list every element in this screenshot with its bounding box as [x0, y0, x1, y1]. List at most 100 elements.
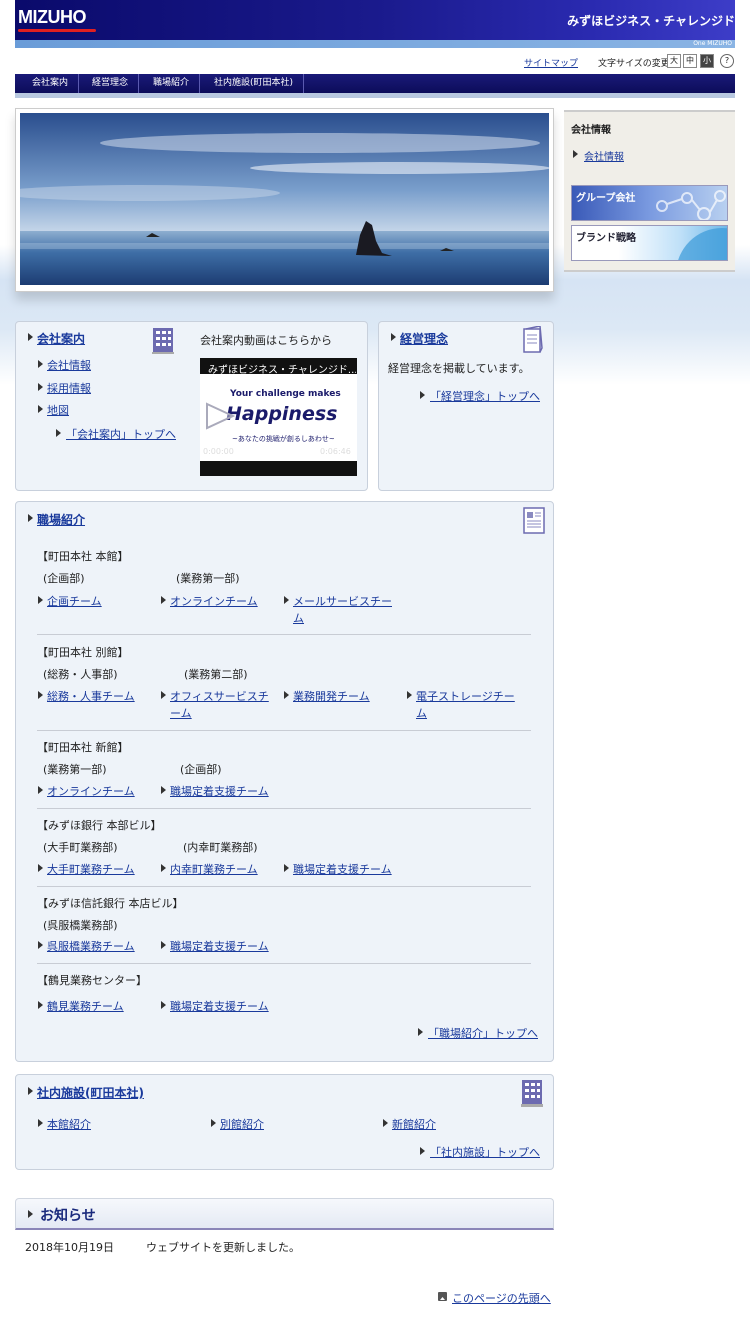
arrow-right-icon [161, 691, 166, 699]
workplace-top-link[interactable]: 「職場紹介」トップへ [428, 1025, 538, 1041]
facility-top-link[interactable]: 「社内施設」トップへ [430, 1144, 540, 1160]
header-subbar [15, 40, 735, 48]
logo-swoosh [18, 29, 96, 32]
team-link[interactable]: 呉服橋業務チーム [47, 938, 135, 954]
team-link[interactable]: 鶴見業務チーム [47, 998, 124, 1014]
group-heading: 【町田本社 新館】 [37, 741, 129, 754]
nav-item-workplace[interactable]: 職場紹介 [143, 74, 201, 93]
play-icon[interactable] [205, 402, 236, 433]
company-top-link[interactable]: 「会社案内」トップへ [66, 426, 176, 442]
video-time-current: 0:00:00 [203, 447, 234, 456]
team-link[interactable]: 大手町業務チーム [47, 861, 135, 877]
team-link[interactable]: 電子ストレージチーム [416, 688, 522, 722]
philosophy-top-link[interactable]: 「経営理念」トップへ [430, 388, 540, 404]
arrow-right-icon [38, 864, 43, 872]
news-title: お知らせ [40, 1208, 96, 1224]
brand-strategy-banner[interactable]: ブランド戦略 [571, 225, 728, 261]
video-time-total: 0:06:46 [320, 447, 351, 456]
arrow-right-icon [28, 333, 33, 341]
dept-label: (業務第一部) [176, 572, 240, 585]
arrow-right-icon [38, 405, 43, 413]
font-size-label: 文字サイズの変更 [598, 59, 670, 69]
arrow-right-icon [418, 1028, 423, 1036]
document-icon [523, 507, 545, 538]
group-divider [37, 730, 531, 731]
team-link[interactable]: メールサービスチーム [293, 593, 401, 627]
dept-label: (企画部) [180, 763, 222, 776]
sitemap-link[interactable]: サイトマップ [524, 56, 578, 69]
arrow-right-icon [420, 1147, 425, 1155]
dept-label: (業務第一部) [43, 763, 107, 776]
nav-item-company[interactable]: 会社案内 [22, 74, 80, 93]
arrow-right-icon [38, 941, 43, 949]
team-link[interactable]: 企画チーム [47, 593, 102, 609]
recruit-info-link[interactable]: 採用情報 [47, 380, 91, 396]
arrow-right-icon [28, 514, 33, 522]
annex-link[interactable]: 別館紹介 [220, 1116, 264, 1132]
team-link[interactable]: 職場定着支援チーム [170, 938, 269, 954]
global-nav: 会社案内 経営理念 職場紹介 社内施設(町田本社) [15, 74, 735, 93]
group-heading: 【みずほ銀行 本部ビル】 [37, 819, 162, 832]
nav-item-philosophy[interactable]: 経営理念 [82, 74, 140, 93]
arrow-right-icon [573, 150, 578, 158]
group-heading: 【町田本社 別館】 [37, 646, 129, 659]
arrow-right-icon [391, 333, 396, 341]
group-heading: 【みずほ信託銀行 本店ビル】 [37, 897, 184, 910]
font-size-small-button[interactable]: 小 [700, 54, 714, 68]
news-text: ウェブサイトを更新しました。 [146, 1241, 300, 1254]
arrow-right-icon [161, 941, 166, 949]
team-link[interactable]: オンラインチーム [47, 783, 135, 799]
nav-item-facility[interactable]: 社内施設(町田本社) [204, 74, 305, 93]
video-slogan: Your challenge makes [230, 389, 341, 399]
workplace-title-link[interactable]: 職場紹介 [37, 511, 85, 528]
page-top-icon [438, 1292, 447, 1301]
arrow-right-icon [211, 1119, 216, 1127]
team-link[interactable]: 職場定着支援チーム [170, 783, 269, 799]
arrow-right-icon [161, 786, 166, 794]
arrow-right-icon [38, 786, 43, 794]
dept-label: (企画部) [43, 572, 85, 585]
book-icon [523, 325, 543, 357]
team-link[interactable]: オンラインチーム [170, 593, 258, 609]
arrow-right-icon [38, 1001, 43, 1009]
arrow-right-icon [38, 691, 43, 699]
mizuho-logo[interactable]: MIZUHO [18, 7, 87, 28]
company-title-link[interactable]: 会社案内 [37, 330, 85, 347]
building-icon [521, 1080, 543, 1111]
map-link[interactable]: 地図 [47, 402, 69, 418]
arrow-right-icon [284, 596, 289, 604]
team-link[interactable]: 業務開発チーム [293, 688, 370, 704]
new-building-link[interactable]: 新館紹介 [392, 1116, 436, 1132]
page-top-link[interactable]: このページの先頭へ [452, 1290, 551, 1306]
team-link[interactable]: 職場定着支援チーム [293, 861, 392, 877]
facility-title-link[interactable]: 社内施設(町田本社) [37, 1084, 144, 1101]
main-building-link[interactable]: 本館紹介 [47, 1116, 91, 1132]
team-link[interactable]: 内幸町業務チーム [170, 861, 258, 877]
font-size-large-button[interactable]: 大 [667, 54, 681, 68]
arrow-right-icon [161, 864, 166, 872]
video-caption: 会社案内動画はこちらから [200, 334, 332, 347]
arrow-right-icon [383, 1119, 388, 1127]
font-size-medium-button[interactable]: 中 [683, 54, 697, 68]
philosophy-description: 経営理念を掲載しています。 [388, 362, 530, 375]
arrow-right-icon [161, 1001, 166, 1009]
group-heading: 【町田本社 本館】 [37, 550, 129, 563]
help-icon[interactable]: ? [720, 54, 734, 68]
arrow-right-icon [56, 429, 61, 437]
one-mizuho-logo: One MIZUHO [693, 40, 732, 47]
philosophy-title-link[interactable]: 経営理念 [400, 330, 448, 347]
dept-label: (総務・人事部) [43, 668, 118, 681]
side-company-info-link[interactable]: 会社情報 [584, 148, 624, 163]
group-divider [37, 886, 531, 887]
company-info-link[interactable]: 会社情報 [47, 357, 91, 373]
group-company-banner[interactable]: グループ会社 [571, 185, 728, 221]
brand-name: みずほビジネス・チャレンジド [567, 14, 735, 28]
brand-strategy-label: ブランド戦略 [576, 233, 636, 244]
side-info-title: 会社情報 [571, 125, 611, 136]
team-link[interactable]: オフィスサービスチーム [170, 688, 274, 722]
nav-underline [15, 93, 735, 98]
team-link[interactable]: 職場定着支援チーム [170, 998, 269, 1014]
team-link[interactable]: 総務・人事チーム [47, 688, 135, 704]
arrow-right-icon [28, 1087, 33, 1095]
dept-label: (業務第二部) [184, 668, 248, 681]
